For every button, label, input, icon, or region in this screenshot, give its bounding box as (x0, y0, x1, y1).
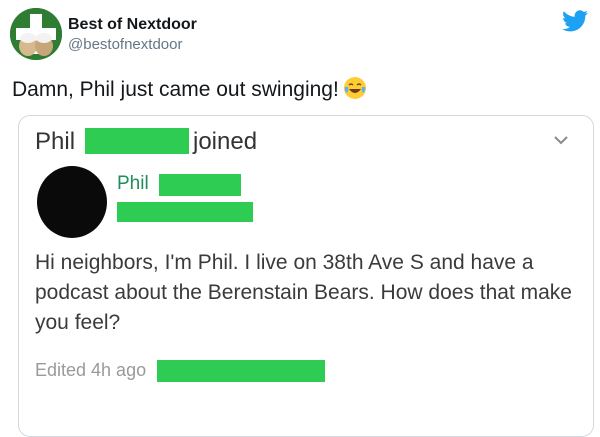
avatar-image (10, 8, 62, 60)
redaction-bar (117, 202, 253, 222)
tweet-text: Damn, Phil just came out swinging! (12, 76, 367, 104)
post-body: Hi neighbors, I'm Phil. I live on 38th A… (35, 251, 572, 334)
edited-timestamp: Edited 4h ago (35, 360, 147, 380)
post-header: Phil (35, 128, 75, 156)
redaction-bar (85, 128, 189, 154)
post-author-name[interactable]: Phil (117, 173, 149, 195)
redaction-bar (159, 174, 241, 196)
handle[interactable]: @bestofnextdoor (68, 35, 197, 55)
post-header-action-wrap: joined (193, 128, 257, 156)
post-header-action: joined (193, 128, 258, 155)
post-header-name: Phil (35, 128, 76, 155)
post-author-avatar[interactable] (37, 166, 107, 238)
twitter-bird-icon[interactable] (562, 10, 588, 32)
redaction-bar (157, 360, 325, 382)
chevron-down-icon[interactable] (553, 134, 569, 146)
tweet-text-content: Damn, Phil just came out swinging! (12, 78, 339, 101)
face-with-tears-of-joy-icon (343, 77, 366, 99)
tweet-header: Best of Nextdoor @bestofnextdoor (10, 8, 590, 68)
avatar[interactable] (10, 8, 62, 60)
display-name[interactable]: Best of Nextdoor (68, 15, 197, 35)
post-card[interactable]: Phil joined Phil Hi neighbors, I'm Phil.… (18, 115, 594, 437)
